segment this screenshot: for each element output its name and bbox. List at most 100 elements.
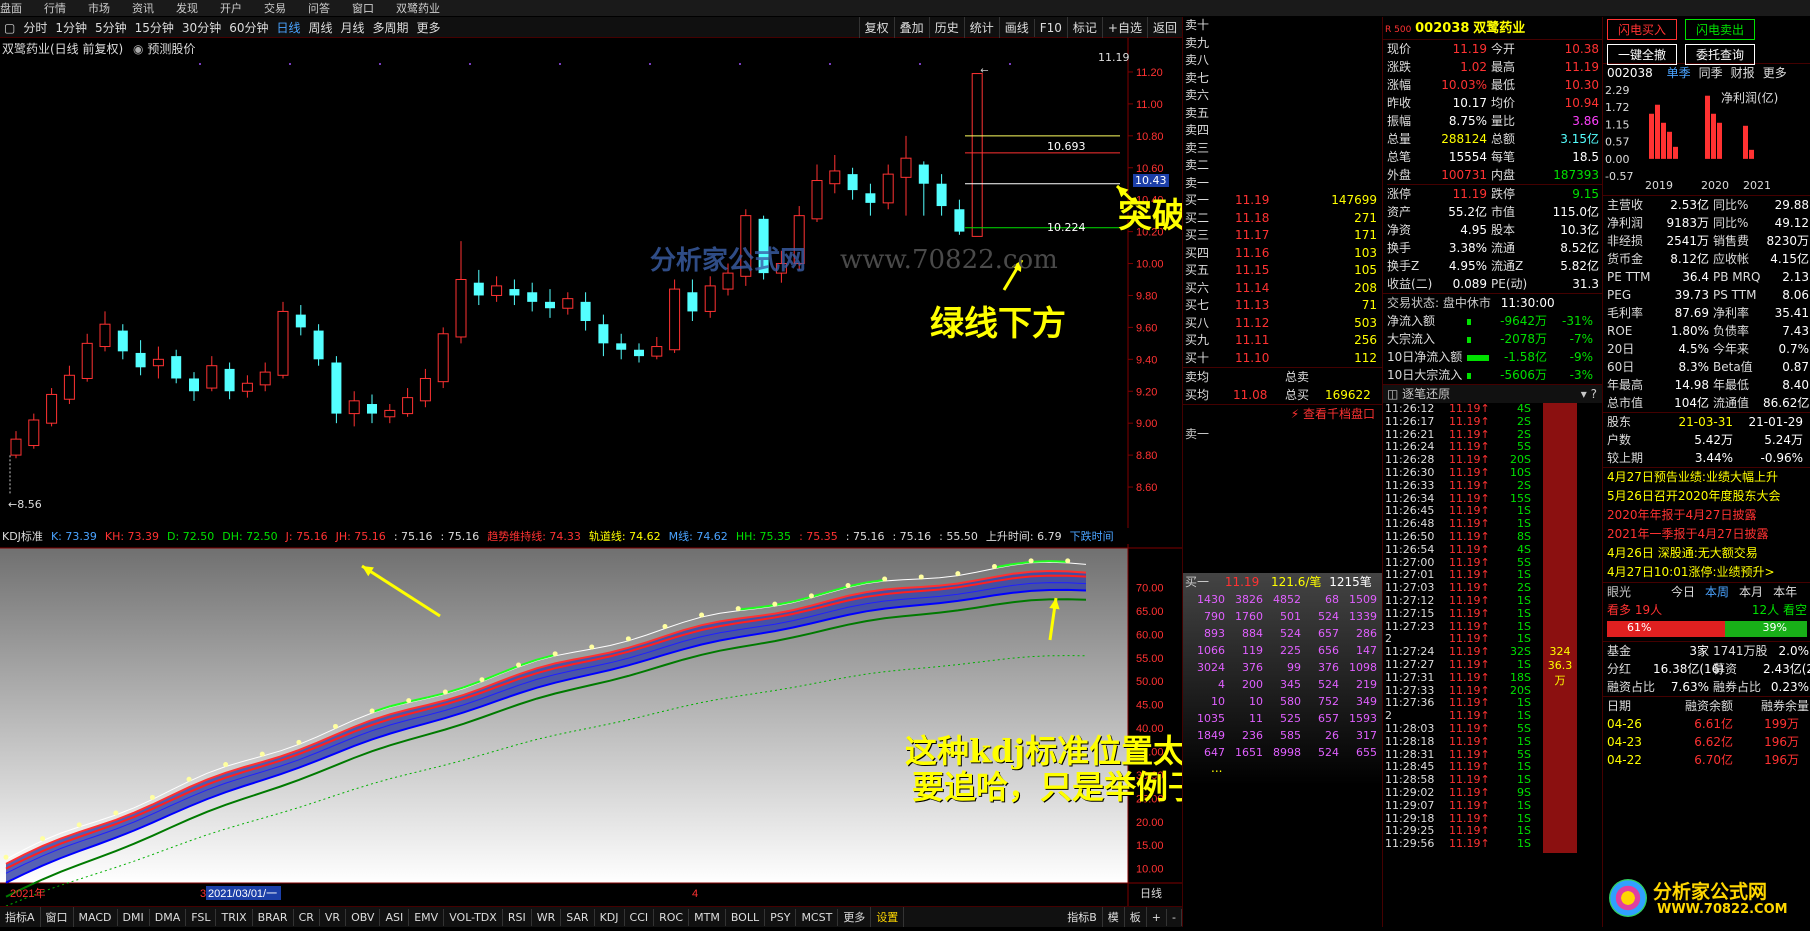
sell-level-2[interactable]: 卖二 (1185, 157, 1383, 175)
tool-标记[interactable]: 标记 (1066, 17, 1102, 38)
indicator-tab-MACD[interactable]: MACD (74, 909, 118, 926)
sell-level-9[interactable]: 卖九 (1185, 35, 1383, 53)
indicator-tab-BRAR[interactable]: BRAR (253, 909, 294, 926)
sell-level-8[interactable]: 卖八 (1185, 52, 1383, 70)
fin-tab-财报[interactable]: 财报 (1731, 66, 1755, 80)
indicator-tab-ROC[interactable]: ROC (654, 909, 690, 926)
buy-level-1[interactable]: 买一 11.19 147699 (1185, 192, 1383, 210)
indicator-tab-窗口[interactable]: 窗口 (41, 907, 74, 927)
view-1000-link[interactable]: ⚡ 查看千档盘口 (1183, 404, 1383, 423)
eyesight-tab-本周[interactable]: 本周 (1705, 585, 1729, 599)
indicator-right-3[interactable]: + (1147, 909, 1168, 926)
indicator-tab-DMA[interactable]: DMA (150, 909, 187, 926)
indicator-tab-KDJ[interactable]: KDJ (595, 909, 625, 926)
sell-level-3[interactable]: 卖三 (1185, 140, 1383, 158)
indicator-tab-OBV[interactable]: OBV (346, 909, 381, 926)
top-menu-5[interactable]: 开户 (220, 2, 242, 15)
indicator-tab-VOL-TDX[interactable]: VOL-TDX (444, 909, 503, 926)
indicator-tab-MCST[interactable]: MCST (796, 909, 839, 926)
forecast-label[interactable]: 预测股价 (147, 42, 195, 56)
sell-level-4[interactable]: 卖四 (1185, 122, 1383, 140)
indicator-right-0[interactable]: 指标B (1062, 907, 1103, 927)
top-menu-7[interactable]: 问答 (308, 2, 330, 15)
buy-level-4[interactable]: 买四 11.16 103 (1185, 245, 1383, 263)
indicator-tab-FSL[interactable]: FSL (186, 909, 217, 926)
trade-button-一键全撤[interactable]: 一键全撤 (1607, 44, 1677, 65)
tool-F10[interactable]: F10 (1033, 19, 1067, 37)
fin-tab-同季[interactable]: 同季 (1699, 66, 1723, 80)
news-item-1[interactable]: 5月26日召开2020年度股东大会 (1607, 487, 1810, 506)
tool--自选[interactable]: +自选 (1101, 17, 1147, 38)
buy-level-9[interactable]: 买九 11.11 256 (1185, 332, 1383, 350)
top-menu-2[interactable]: 市场 (88, 2, 110, 15)
indicator-tab-SAR[interactable]: SAR (561, 909, 595, 926)
indicator-right-2[interactable]: 板 (1125, 907, 1147, 927)
buy-level-8[interactable]: 买八 11.12 503 (1185, 315, 1383, 333)
tool-历史[interactable]: 历史 (928, 17, 964, 38)
period-tab-4[interactable]: 30分钟 (178, 17, 225, 38)
buy-level-3[interactable]: 买三 11.17 171 (1185, 227, 1383, 245)
period-tab-3[interactable]: 15分钟 (131, 17, 178, 38)
top-menu-0[interactable]: 盘面 (0, 2, 22, 15)
trade-button-委托查询[interactable]: 委托查询 (1685, 44, 1755, 65)
ticks-menu-icon[interactable]: ▾ ? (1581, 385, 1597, 403)
eyesight-tab-本月[interactable]: 本月 (1739, 585, 1763, 599)
buy-level-6[interactable]: 买六 11.14 208 (1185, 280, 1383, 298)
top-menu-6[interactable]: 交易 (264, 2, 286, 15)
news-item-0[interactable]: 4月27日预告业绩:业绩大幅上升 (1607, 468, 1810, 487)
top-menu-3[interactable]: 资讯 (132, 2, 154, 15)
buy-level-2[interactable]: 买二 11.18 271 (1185, 210, 1383, 228)
tool-画线[interactable]: 画线 (998, 17, 1034, 38)
eyesight-tab-本年[interactable]: 本年 (1773, 585, 1797, 599)
news-item-4[interactable]: 4月26日 深股通:无大额交易 (1607, 544, 1810, 563)
news-item-5[interactable]: 4月27日10:01涨停:业绩预升> (1607, 563, 1810, 582)
period-tab-0[interactable]: 分时 (19, 17, 51, 38)
indicator-tab-DMI[interactable]: DMI (118, 909, 150, 926)
sell-level-5[interactable]: 卖五 (1185, 105, 1383, 123)
top-menu-1[interactable]: 行情 (44, 2, 66, 15)
indicator-right-4[interactable]: - (1167, 909, 1182, 926)
sell-level-10[interactable]: 卖十 (1185, 17, 1383, 35)
period-tab-9[interactable]: 多周期 (369, 17, 413, 38)
indicator-tab-ASI[interactable]: ASI (380, 909, 410, 926)
period-tab-6[interactable]: 日线 (272, 17, 304, 38)
indicator-tab-CCI[interactable]: CCI (625, 909, 655, 926)
top-menu-9[interactable]: 双鹭药业 (396, 2, 440, 15)
tool-统计[interactable]: 统计 (963, 17, 999, 38)
indicator-tab-MTM[interactable]: MTM (689, 909, 726, 926)
period-tab-8[interactable]: 月线 (337, 17, 369, 38)
indicator-tab-WR[interactable]: WR (532, 909, 562, 926)
buy-level-7[interactable]: 买七 11.13 71 (1185, 297, 1383, 315)
fin-tab-单季[interactable]: 单季 (1667, 66, 1691, 80)
news-item-2[interactable]: 2020年年报于4月27日披露 (1607, 506, 1810, 525)
indicator-tab-更多[interactable]: 更多 (838, 907, 872, 927)
indicator-tab-CR[interactable]: CR (294, 909, 320, 926)
indicator-tab-指标A[interactable]: 指标A (0, 907, 41, 927)
indicator-tab-BOLL[interactable]: BOLL (726, 909, 766, 926)
period-tab-10[interactable]: 更多 (413, 17, 445, 38)
tool-返回[interactable]: 返回 (1146, 17, 1182, 38)
top-menu-4[interactable]: 发现 (176, 2, 198, 15)
trade-button-闪电卖出[interactable]: 闪电卖出 (1685, 19, 1755, 40)
kdj-name[interactable]: KDJ标准 (2, 530, 43, 543)
period-tab-5[interactable]: 60分钟 (225, 17, 272, 38)
period-tab-1[interactable]: 1分钟 (51, 17, 91, 38)
news-item-3[interactable]: 2021年一季报于4月27日披露 (1607, 525, 1810, 544)
tool-复权[interactable]: 复权 (858, 17, 894, 38)
sell-level-6[interactable]: 卖六 (1185, 87, 1383, 105)
period-tab-2[interactable]: 5分钟 (91, 17, 131, 38)
fin-tab-更多[interactable]: 更多 (1763, 66, 1787, 80)
window-toggle-icon[interactable]: ▢ (0, 19, 19, 37)
eyesight-tab-今日[interactable]: 今日 (1671, 585, 1695, 599)
trade-button-闪电买入[interactable]: 闪电买入 (1607, 19, 1677, 40)
indicator-tab-TRIX[interactable]: TRIX (216, 909, 253, 926)
indicator-tab-PSY[interactable]: PSY (765, 909, 797, 926)
top-menu-8[interactable]: 窗口 (352, 2, 374, 15)
sell-level-1[interactable]: 卖一 (1185, 175, 1383, 193)
indicator-right-1[interactable]: 模 (1103, 907, 1125, 927)
indicator-tab-VR[interactable]: VR (320, 909, 347, 926)
sell-level-7[interactable]: 卖七 (1185, 70, 1383, 88)
buy-level-10[interactable]: 买十 11.10 112 (1185, 350, 1383, 368)
period-tab-7[interactable]: 周线 (305, 17, 337, 38)
tool-叠加[interactable]: 叠加 (893, 17, 929, 38)
